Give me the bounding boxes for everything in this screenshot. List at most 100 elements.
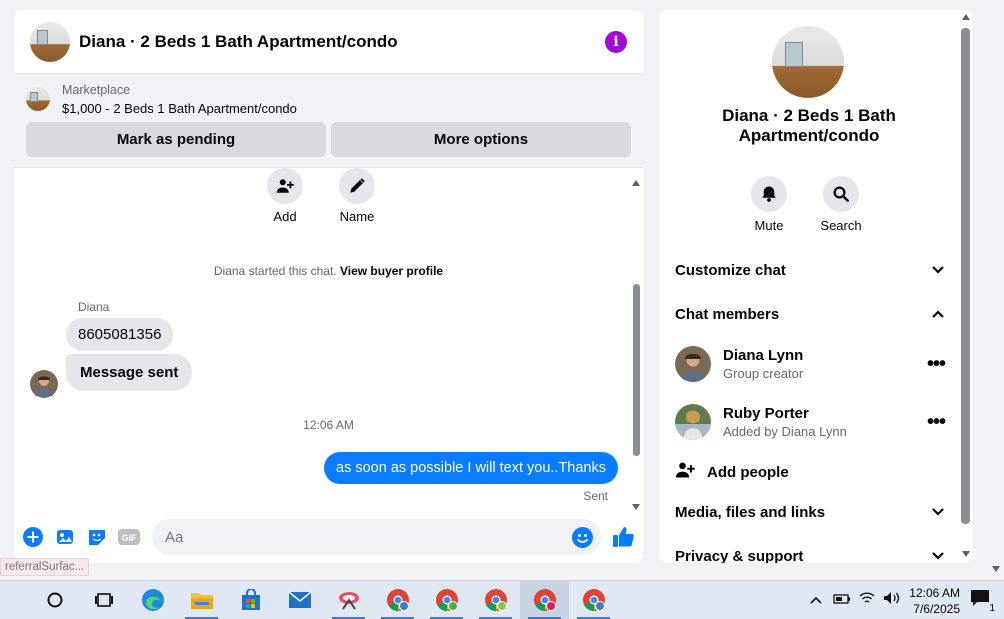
sticker-icon[interactable]	[86, 526, 108, 548]
listing-photo[interactable]	[772, 26, 844, 98]
composer: GIF	[14, 511, 643, 563]
bell-icon	[751, 176, 787, 212]
mute-label: Mute	[754, 218, 784, 233]
add-people-button[interactable]: Add people	[675, 460, 789, 484]
mute-button[interactable]: Mute	[751, 176, 787, 233]
sent-status: Sent	[583, 489, 608, 503]
chevron-down-icon	[931, 548, 945, 563]
scroll-down-icon[interactable]	[632, 504, 640, 510]
scrollbar-thumb[interactable]	[633, 284, 640, 456]
scroll-down-icon[interactable]	[962, 551, 970, 557]
clock[interactable]: 12:06 AM 7/6/2025	[909, 585, 960, 617]
message-timestamp: 12:06 AM	[303, 418, 354, 432]
notification-icon[interactable]: 1	[970, 589, 996, 614]
info-title: Diana · 2 Beds 1 Bath Apartment/condo	[722, 106, 896, 145]
member-subtitle: Group creator	[723, 366, 804, 381]
message-input[interactable]	[165, 528, 572, 546]
battery-icon[interactable]	[833, 592, 851, 610]
add-label: Add	[273, 209, 297, 224]
chat-header: Diana · 2 Beds 1 Bath Apartment/condo i	[14, 10, 643, 74]
pencil-icon	[339, 168, 375, 204]
file-explorer-icon[interactable]	[177, 581, 226, 619]
chrome-icon[interactable]	[422, 581, 471, 619]
info-scrollbar[interactable]	[959, 10, 973, 563]
chat-panel: Diana · 2 Beds 1 Bath Apartment/condo i …	[14, 10, 643, 563]
view-buyer-profile-link[interactable]: View buyer profile	[340, 264, 443, 278]
scroll-up-icon[interactable]	[632, 180, 640, 186]
member-row[interactable]: Diana Lynn Group creator •••	[675, 346, 946, 382]
member-name: Diana Lynn	[723, 347, 804, 364]
chevron-up-icon[interactable]	[809, 592, 823, 610]
avatar[interactable]	[30, 370, 58, 398]
marketplace-bar: Marketplace $1,000 - 2 Beds 1 Bath Apart…	[14, 74, 643, 168]
privacy-support-section[interactable]: Privacy & support	[675, 548, 945, 563]
scrollbar-thumb[interactable]	[961, 28, 970, 524]
chat-members-section[interactable]: Chat members	[675, 306, 945, 323]
edge-icon[interactable]	[128, 581, 177, 619]
tooltip: referralSurfac...	[0, 558, 90, 576]
more-options-button[interactable]: More options	[331, 122, 631, 157]
plus-icon[interactable]	[22, 526, 44, 548]
marketplace-label: Marketplace	[62, 83, 131, 97]
mail-icon[interactable]	[275, 581, 324, 619]
snip-icon[interactable]	[324, 581, 373, 619]
more-icon[interactable]: •••	[927, 411, 946, 434]
taskbar: 12:06 AM 7/6/2025 1	[0, 580, 1004, 619]
system-message: Diana started this chat. View buyer prof…	[14, 264, 643, 278]
add-member-button[interactable]: Add	[266, 168, 304, 224]
scroll-up-icon[interactable]	[962, 14, 970, 20]
thumbs-up-icon[interactable]	[611, 525, 635, 549]
chrome-icon[interactable]	[373, 581, 422, 619]
listing-thumbnail[interactable]	[30, 21, 70, 62]
gif-icon[interactable]: GIF	[118, 526, 140, 548]
listing-price-title[interactable]: $1,000 - 2 Beds 1 Bath Apartment/condo	[62, 101, 297, 116]
more-icon[interactable]: •••	[927, 353, 946, 376]
media-files-links-label: Media, files and links	[675, 504, 826, 521]
page-scroll-down-icon[interactable]	[992, 566, 1000, 572]
chrome-icon[interactable]	[471, 581, 520, 619]
store-icon[interactable]	[226, 581, 275, 619]
customize-chat-label: Customize chat	[675, 262, 786, 279]
avatar	[675, 404, 711, 440]
chrome-icon[interactable]	[569, 581, 618, 619]
photo-icon[interactable]	[54, 526, 76, 548]
message-list[interactable]: Add Name Diana started this chat. View b…	[14, 168, 643, 511]
outgoing-message[interactable]: as soon as possible I will text you..Tha…	[324, 452, 618, 484]
emoji-icon[interactable]	[572, 526, 593, 548]
info-icon[interactable]: i	[605, 30, 627, 53]
add-people-label: Add people	[707, 463, 789, 481]
privacy-support-label: Privacy & support	[675, 548, 804, 563]
member-row[interactable]: Ruby Porter Added by Diana Lynn •••	[675, 404, 946, 440]
wifi-icon[interactable]	[859, 591, 875, 610]
search-icon	[823, 176, 859, 212]
rename-button[interactable]: Name	[338, 168, 376, 224]
mark-as-pending-button[interactable]: Mark as pending	[26, 122, 326, 157]
chat-scrollbar[interactable]	[632, 180, 640, 510]
sender-name: Diana	[78, 300, 110, 314]
task-view-icon[interactable]	[79, 581, 128, 619]
chat-title[interactable]: Diana · 2 Beds 1 Bath Apartment/condo	[79, 32, 605, 52]
incoming-message[interactable]: 8605081356	[66, 318, 174, 351]
message-input-wrapper	[152, 519, 601, 555]
add-person-icon	[267, 168, 303, 204]
incoming-message[interactable]: Message sent	[66, 354, 193, 391]
search-button[interactable]: Search	[820, 176, 862, 233]
clock-time: 12:06 AM	[909, 585, 960, 600]
member-name: Ruby Porter	[723, 405, 809, 422]
cortana-icon[interactable]	[30, 581, 79, 619]
add-person-icon	[675, 460, 695, 484]
chevron-down-icon	[931, 262, 945, 279]
clock-date: 7/6/2025	[913, 601, 960, 616]
info-panel: Diana · 2 Beds 1 Bath Apartment/condo Mu…	[659, 10, 973, 563]
media-files-links-section[interactable]: Media, files and links	[675, 504, 945, 521]
chat-members-label: Chat members	[675, 306, 780, 323]
system-tray: 12:06 AM 7/6/2025 1	[809, 581, 1004, 619]
chrome-icon[interactable]	[520, 580, 569, 619]
chevron-up-icon	[931, 306, 945, 323]
listing-thumbnail-small	[26, 87, 50, 111]
avatar	[675, 346, 711, 382]
chevron-down-icon	[931, 504, 945, 521]
customize-chat-section[interactable]: Customize chat	[675, 262, 945, 279]
volume-icon[interactable]	[883, 591, 901, 610]
name-label: Name	[339, 209, 375, 224]
